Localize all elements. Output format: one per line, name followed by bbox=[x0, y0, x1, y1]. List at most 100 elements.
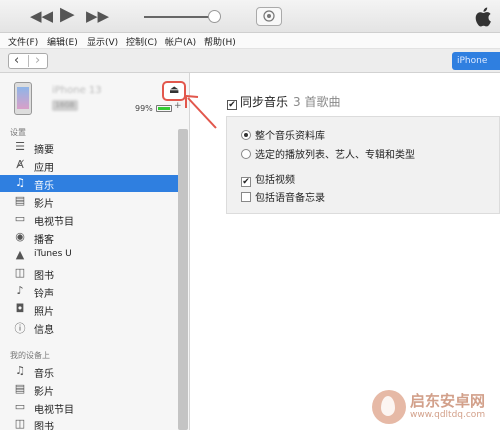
include-voice-memos-label: 包括语音备忘录 bbox=[255, 193, 325, 204]
device-capacity: 16GB bbox=[52, 100, 78, 111]
sidebar-item-label: 音乐 bbox=[34, 181, 54, 192]
device-header: iPhone 13 16GB ⏏ 99% + bbox=[0, 73, 190, 123]
tv-icon: ▭ bbox=[14, 400, 26, 413]
my-device-section-label: 我的设备上 bbox=[10, 351, 50, 360]
music-settings-pane: ✔ 同步音乐 3 首歌曲 整个音乐资料库 选定的播放列表、艺人、专辑和类型 ✔ 包括视… bbox=[191, 73, 500, 430]
apple-logo-icon bbox=[475, 7, 491, 27]
option-include-voice-memos[interactable]: 包括语音备忘录 bbox=[241, 189, 325, 204]
play-icon[interactable]: ▶ bbox=[60, 4, 75, 24]
sidebar-item-device-movies[interactable]: ▤ 影片 bbox=[0, 381, 178, 398]
option-selected-playlists-label: 选定的播放列表、艺人、专辑和类型 bbox=[255, 150, 415, 161]
rewind-icon[interactable]: ◀◀ bbox=[30, 6, 53, 26]
sidebar-item-label: 音乐 bbox=[34, 369, 54, 380]
watermark-logo-icon bbox=[372, 390, 406, 424]
menu-edit[interactable]: 编辑(E) bbox=[47, 35, 78, 48]
sidebar-item-label: 图书 bbox=[34, 422, 54, 430]
sync-music-title: 同步音乐 bbox=[240, 95, 289, 109]
podcast-icon: ◉ bbox=[15, 230, 25, 243]
sidebar-item-device-books[interactable]: ◫ 图书 bbox=[0, 416, 178, 430]
option-entire-library[interactable]: 整个音乐资料库 bbox=[241, 127, 325, 142]
radio-entire-library[interactable] bbox=[241, 130, 251, 140]
sidebar-item-label: iTunes U bbox=[34, 249, 72, 259]
sidebar-item-device-music[interactable]: ♫ 音乐 bbox=[0, 363, 178, 380]
menu-file[interactable]: 文件(F) bbox=[8, 35, 38, 48]
option-entire-library-label: 整个音乐资料库 bbox=[255, 131, 325, 142]
airplay-button[interactable] bbox=[256, 7, 282, 26]
forward-arrow-icon[interactable]: › bbox=[35, 53, 40, 68]
sidebar-item-itunes-u[interactable]: ▲ iTunes U bbox=[0, 247, 178, 264]
airplay-icon bbox=[263, 10, 275, 22]
sidebar-item-label: 播客 bbox=[34, 235, 54, 246]
sidebar-item-label: 照片 bbox=[34, 307, 54, 318]
menu-view[interactable]: 显示(V) bbox=[87, 35, 118, 48]
music-note-icon: ♫ bbox=[15, 364, 25, 377]
sidebar-item-movies[interactable]: ▤ 影片 bbox=[0, 193, 178, 210]
tv-icon: ▭ bbox=[14, 212, 26, 225]
battery-fill bbox=[158, 107, 170, 110]
sidebar-item-label: 影片 bbox=[34, 387, 54, 398]
sidebar-item-label: 铃声 bbox=[34, 289, 54, 300]
battery-percent: 99% bbox=[135, 104, 153, 113]
menu-bar: 文件(F) 编辑(E) 显示(V) 控制(C) 帐户(A) 帮助(H) bbox=[0, 33, 500, 49]
include-voice-memos-checkbox[interactable] bbox=[241, 192, 251, 202]
menu-help[interactable]: 帮助(H) bbox=[204, 35, 236, 48]
sidebar-item-music[interactable]: ♫ 音乐 bbox=[0, 175, 178, 192]
include-video-label: 包括视频 bbox=[255, 175, 295, 186]
sync-options-panel: 整个音乐资料库 选定的播放列表、艺人、专辑和类型 ✔ 包括视频 包括语音备忘录 bbox=[226, 116, 500, 214]
device-name: iPhone 13 bbox=[52, 85, 102, 96]
camera-icon: ◘ bbox=[15, 302, 25, 315]
back-arrow-icon[interactable]: ‹ bbox=[14, 53, 19, 68]
sidebar-item-podcasts[interactable]: ◉ 播客 bbox=[0, 229, 178, 246]
sync-music-header: ✔ 同步音乐 3 首歌曲 bbox=[227, 93, 340, 110]
sidebar-item-summary[interactable]: ☰ 摘要 bbox=[0, 139, 178, 156]
menu-control[interactable]: 控制(C) bbox=[126, 35, 157, 48]
eject-icon: ⏏ bbox=[169, 83, 180, 96]
back-forward-buttons: ‹ › bbox=[8, 53, 48, 69]
option-selected-playlists[interactable]: 选定的播放列表、艺人、专辑和类型 bbox=[241, 146, 415, 161]
menu-account[interactable]: 帐户(A) bbox=[165, 35, 196, 48]
include-video-checkbox[interactable]: ✔ bbox=[241, 177, 251, 187]
apps-icon: Ⱥ bbox=[16, 158, 24, 171]
sidebar-item-apps[interactable]: Ⱥ 应用 bbox=[0, 157, 178, 174]
sidebar: iPhone 13 16GB ⏏ 99% + 设置 ☰ 摘要 Ⱥ 应用 ♫ 音乐… bbox=[0, 73, 190, 430]
music-note-icon: ♫ bbox=[15, 176, 25, 189]
radio-selected-playlists[interactable] bbox=[241, 149, 251, 159]
annotation-arrow-icon bbox=[185, 94, 217, 129]
sidebar-item-books[interactable]: ◫ 图书 bbox=[0, 265, 178, 282]
sidebar-item-photos[interactable]: ◘ 照片 bbox=[0, 301, 178, 318]
battery-icon bbox=[156, 105, 172, 112]
watermark: 启东安卓网 www.qdltdq.com bbox=[372, 388, 500, 430]
iphone-icon bbox=[14, 82, 32, 115]
bell-icon: ♪ bbox=[16, 284, 24, 297]
player-toolbar: ◀◀ ▶ ▶▶ bbox=[0, 0, 500, 33]
graduation-cap-icon: ▲ bbox=[15, 248, 25, 261]
device-button[interactable]: iPhone bbox=[452, 52, 500, 70]
fast-forward-icon[interactable]: ▶▶ bbox=[86, 6, 109, 26]
film-icon: ▤ bbox=[14, 382, 26, 395]
iphone-screen bbox=[17, 87, 29, 109]
sidebar-scrollbar[interactable] bbox=[178, 129, 188, 430]
nav-divider bbox=[28, 55, 29, 67]
nav-bar: ‹ › iPhone bbox=[0, 49, 500, 73]
song-count: 3 首歌曲 bbox=[293, 95, 341, 109]
sync-music-checkbox[interactable]: ✔ bbox=[227, 100, 237, 110]
sidebar-item-label: 应用 bbox=[34, 163, 54, 174]
sidebar-item-label: 电视节目 bbox=[34, 405, 74, 416]
sidebar-item-label: 图书 bbox=[34, 271, 54, 282]
book-icon: ◫ bbox=[14, 417, 26, 430]
watermark-url: www.qdltdq.com bbox=[410, 410, 486, 420]
sidebar-item-tv-shows[interactable]: ▭ 电视节目 bbox=[0, 211, 178, 228]
sidebar-item-device-tv-shows[interactable]: ▭ 电视节目 bbox=[0, 399, 178, 416]
sidebar-item-label: 摘要 bbox=[34, 145, 54, 156]
sidebar-item-label: 影片 bbox=[34, 199, 54, 210]
sidebar-item-info[interactable]: ⓘ 信息 bbox=[0, 319, 178, 336]
option-include-video[interactable]: ✔ 包括视频 bbox=[241, 171, 295, 187]
sidebar-item-label: 电视节目 bbox=[34, 217, 74, 228]
film-icon: ▤ bbox=[14, 194, 26, 207]
sidebar-item-label: 信息 bbox=[34, 325, 54, 336]
volume-knob[interactable] bbox=[208, 10, 221, 23]
sidebar-item-tones[interactable]: ♪ 铃声 bbox=[0, 283, 178, 300]
summary-icon: ☰ bbox=[15, 140, 25, 153]
volume-slider[interactable] bbox=[144, 16, 216, 18]
book-icon: ◫ bbox=[14, 266, 26, 279]
